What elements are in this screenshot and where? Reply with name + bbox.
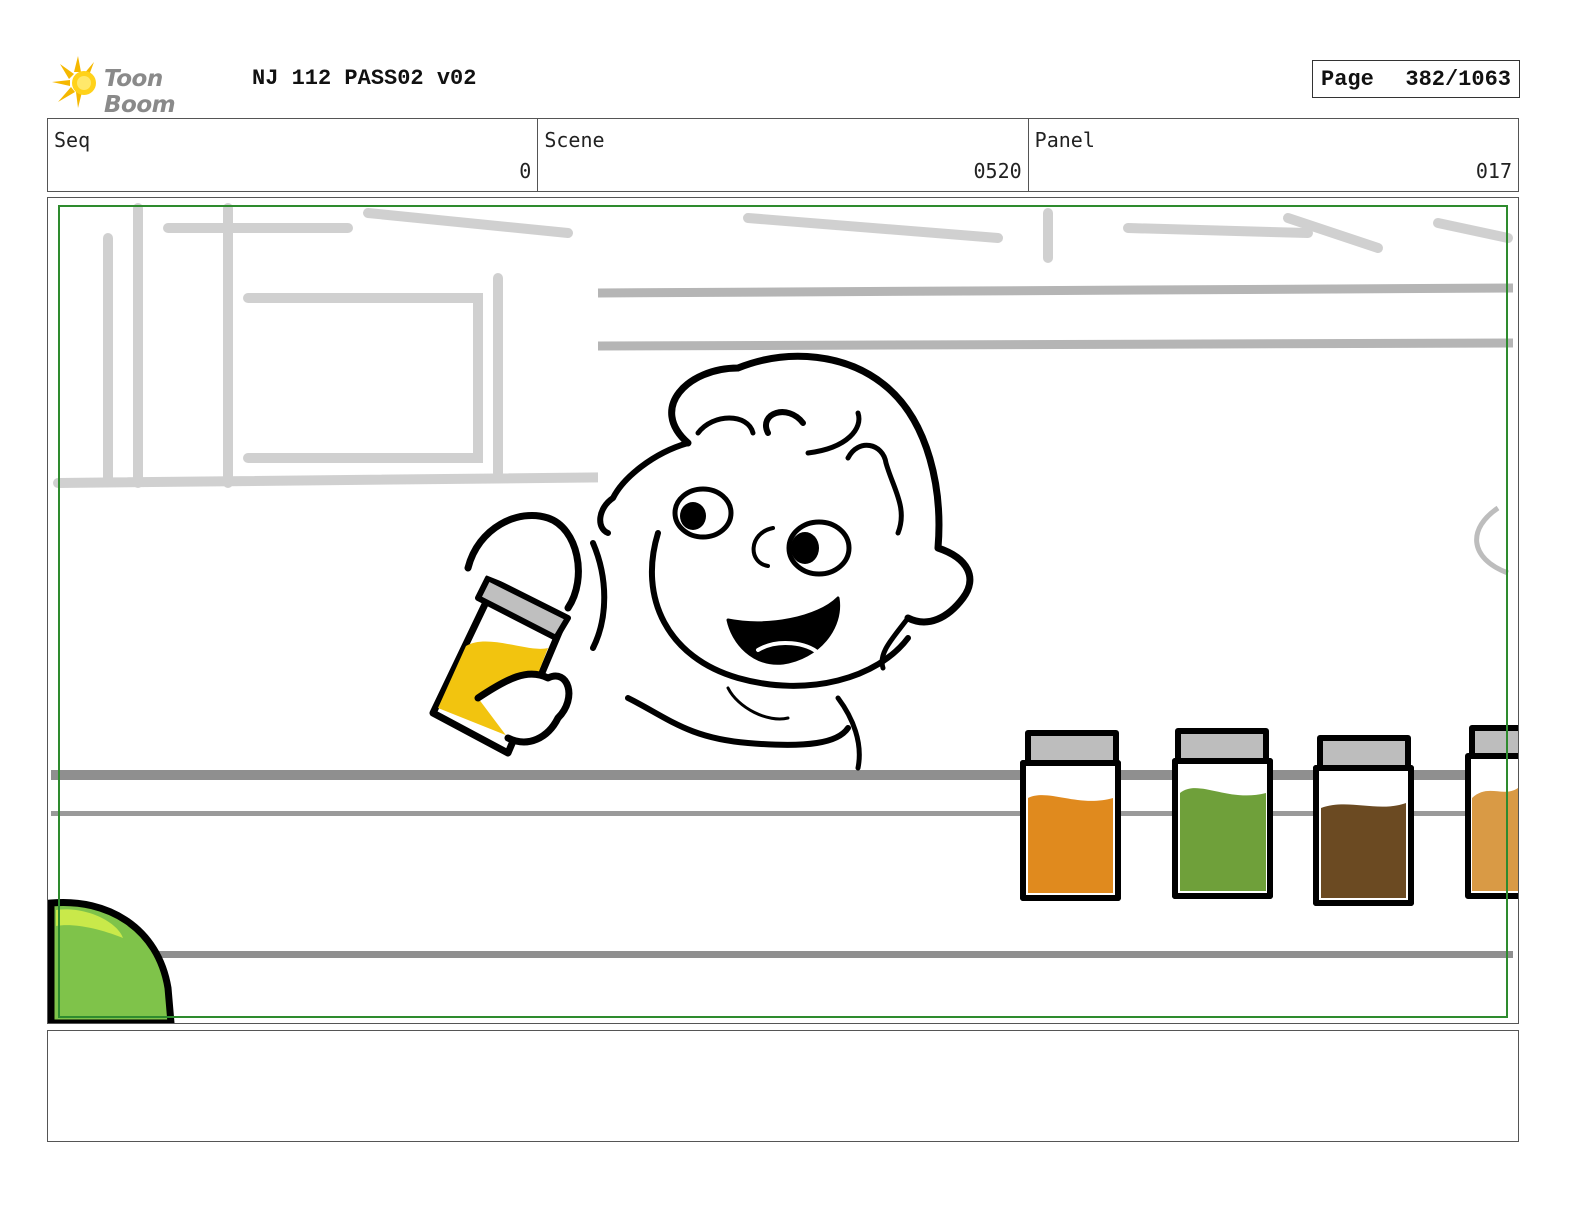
document-title: NJ 112 PASS02 v02 [252, 66, 477, 91]
green-ball [48, 898, 175, 1023]
panel-value: 017 [1475, 159, 1512, 183]
seq-label: Seq [54, 128, 91, 152]
panel-notes-box [47, 1030, 1519, 1142]
spice-jar-tan [1465, 725, 1518, 899]
spice-jar-orange [1020, 730, 1121, 901]
cabinet-bottom-line [597, 338, 1514, 351]
shelf-top-edge [51, 770, 1513, 780]
seq-cell: Seq 0 [48, 119, 539, 191]
sun-burst-icon [52, 56, 96, 108]
seq-value: 0 [519, 159, 532, 183]
panel-cell: Panel 017 [1029, 119, 1518, 191]
logo-text: Toon Boom [104, 66, 176, 118]
scene-label: Scene [544, 128, 605, 152]
page-number: 382/1063 [1405, 67, 1511, 92]
storyboard-drawing [48, 203, 1518, 1023]
scene-cell: Scene 0520 [538, 119, 1029, 191]
page-indicator: Page 382/1063 [1312, 60, 1520, 98]
scene-value: 0520 [973, 159, 1022, 183]
storyboard-panel-image [47, 197, 1519, 1024]
shelf-lip [51, 811, 1513, 816]
cabinet-top-line [597, 283, 1514, 298]
page-label: Page [1321, 67, 1374, 92]
counter-edge [148, 951, 1513, 958]
panel-info-row: Seq 0 Scene 0520 Panel 017 [47, 118, 1519, 192]
panel-label: Panel [1034, 128, 1095, 152]
held-spice-jar [429, 511, 582, 757]
toon-boom-logo: Toon Boom [50, 54, 236, 118]
header: Toon Boom NJ 112 PASS02 v02 Page 382/106… [48, 50, 1520, 118]
spice-jar-green [1172, 728, 1273, 899]
spice-jar-brown [1313, 735, 1414, 906]
